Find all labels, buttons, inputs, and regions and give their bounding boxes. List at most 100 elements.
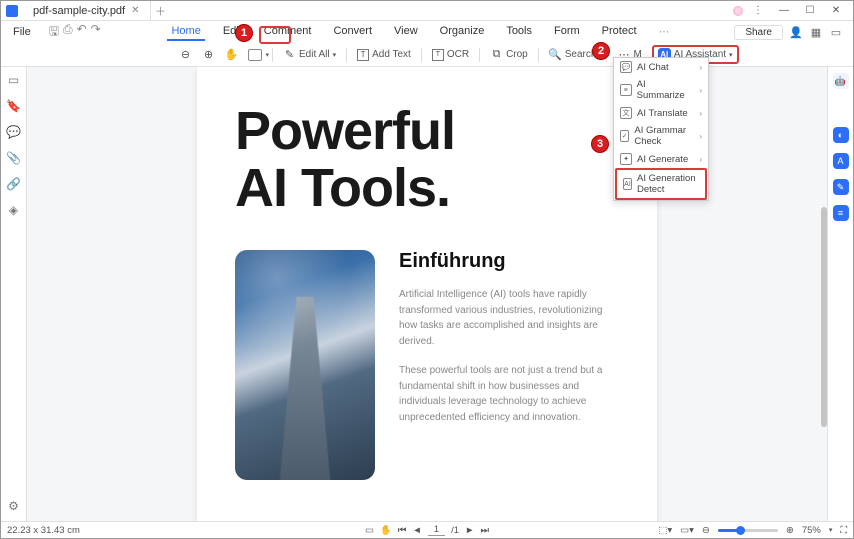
links-icon[interactable]: 🔗 [6,177,21,191]
window-maximize[interactable]: ☐ [799,2,821,20]
add-text-button[interactable]: TAdd Text [357,49,411,61]
zoom-in-status[interactable]: ⊕ [786,525,794,536]
tab-home[interactable]: Home [167,23,204,41]
crop-button[interactable]: ⧉Crop [490,48,528,61]
save-icon[interactable]: 🖫 [49,22,59,43]
chevron-right-icon: › [699,86,702,95]
tab-overflow[interactable]: ⋯ [655,23,674,41]
vertical-scrollbar[interactable] [821,207,827,427]
ai-generate-item[interactable]: ✦AI Generate› [614,150,708,168]
file-menu[interactable]: File [5,24,39,40]
zoom-out-status[interactable]: ⊖ [702,525,710,536]
tool-chip-4[interactable]: ≡ [833,205,849,221]
window-minimize[interactable]: — [773,2,795,20]
ocr-button[interactable]: TOCR [432,49,469,61]
window-menu-icon[interactable]: ⋮ [747,2,769,20]
tab-tools[interactable]: Tools [502,23,536,41]
workspace: ▭ 🔖 💬 📎 🔗 ◈ ⚙ Powerful AI Tools. Einführ… [1,67,853,521]
layers-icon[interactable]: ◈ [9,203,18,217]
zoom-out-icon: ⊖ [179,48,192,61]
print-icon[interactable]: ⎙ [63,22,73,43]
share-button[interactable]: Share [734,25,783,40]
user-icon[interactable]: 👤 [789,25,803,39]
tab-close-icon[interactable]: ✕ [131,5,139,16]
annotation-2: 2 [592,42,610,60]
tab-add-button[interactable]: ＋ [151,3,171,19]
fit-icon-1[interactable]: ⬚▾ [658,525,672,536]
titlebar: pdf-sample-city.pdf ✕ ＋ ⋮ — ☐ ✕ [1,1,853,21]
ocr-icon: T [432,49,444,61]
grid-icon[interactable]: ▦ [809,25,823,39]
ai-translate-item[interactable]: 文AI Translate› [614,104,708,122]
ai-chat-item[interactable]: 💬AI Chat› [614,58,708,76]
quick-access-toolbar: 🖫 ⎙ ↶ ↷ [43,22,107,43]
pencil-icon: ✎ [283,48,296,61]
shape-icon [248,49,262,61]
chevron-right-icon: › [699,132,702,141]
paragraph-1: Artificial Intelligence (AI) tools have … [399,287,619,349]
paragraph-2: These powerful tools are not just a tren… [399,363,619,425]
section-subtitle: Einführung [399,250,619,273]
tab-organize[interactable]: Organize [436,23,489,41]
zoom-value[interactable]: 75% [802,525,821,536]
crop-icon: ⧉ [490,48,503,61]
grammar-icon: ✓ [620,130,629,142]
annotation-3: 3 [591,135,609,153]
app-logo [1,1,23,21]
tab-convert[interactable]: Convert [329,23,376,41]
zoom-in-icon: ⊕ [202,48,215,61]
zoom-out-button[interactable]: ⊖ [179,48,192,61]
bookmarks-icon[interactable]: 🔖 [6,99,21,113]
fit-icon-2[interactable]: ▭▾ [680,525,694,536]
redo-icon[interactable]: ↷ [91,22,101,43]
undo-icon[interactable]: ↶ [77,22,87,43]
ribbon-toolbar: ⊖ ⊕ ✋ ✎Edit All▾ TAdd Text TOCR ⧉Crop 🔍S… [1,43,853,67]
ai-panel-icon[interactable]: 🤖 [833,73,849,89]
zoom-in-button[interactable]: ⊕ [202,48,215,61]
tool-chip-2[interactable]: A [833,153,849,169]
hand-icon: ✋ [225,48,238,61]
edit-all-button[interactable]: ✎Edit All▾ [283,48,336,61]
settings-icon[interactable]: ⚙ [8,499,19,513]
ai-grammar-item[interactable]: ✓AI Grammar Check› [614,122,708,150]
prev-page-icon[interactable]: ◄ [412,525,421,536]
last-page-icon[interactable]: ⏭ [480,525,489,536]
window-close[interactable]: ✕ [825,2,847,20]
chat-icon: 💬 [620,61,632,73]
hero-image [235,250,375,480]
search-button[interactable]: 🔍Search [549,48,597,61]
first-page-icon[interactable]: ⏮ [398,525,407,536]
account-indicator[interactable] [733,6,743,16]
page-total: /1 [451,525,459,536]
translate-icon: 文 [620,107,632,119]
search-icon: 🔍 [549,48,562,61]
summarize-icon: ≡ [620,84,632,96]
tab-form[interactable]: Form [550,23,584,41]
thumbnails-icon[interactable]: ▭ [8,73,19,87]
page-dimensions: 22.23 x 31.43 cm [7,525,80,536]
right-sidebar: 🤖 ◐ A ✎ ≡ [827,67,853,521]
ai-summarize-item[interactable]: ≡AI Summarize› [614,76,708,104]
annotation-1: 1 [235,24,253,42]
hand-tool[interactable]: ✋ [225,48,238,61]
collapse-icon[interactable]: ▭ [829,25,843,39]
next-page-icon[interactable]: ► [465,525,474,536]
shape-tool[interactable] [248,49,262,61]
zoom-slider[interactable] [718,529,778,532]
attachments-icon[interactable]: 📎 [6,151,21,165]
thumbnails-status-icon[interactable]: ▭ [365,525,374,536]
ai-generation-detect-item[interactable]: AIAI Generation Detect [615,168,707,200]
comments-icon[interactable]: 💬 [6,125,21,139]
tab-comment[interactable]: Comment [260,23,316,41]
tool-chip-1[interactable]: ◐ [833,127,849,143]
tool-chip-3[interactable]: ✎ [833,179,849,195]
chevron-right-icon: › [699,63,702,72]
tab-title: pdf-sample-city.pdf [33,5,125,17]
page-input[interactable]: 1 [428,524,445,536]
hand-status-icon[interactable]: ✋ [380,525,392,536]
tab-protect[interactable]: Protect [598,23,641,41]
chevron-right-icon: › [699,155,702,164]
tab-view[interactable]: View [390,23,422,41]
fullscreen-icon[interactable]: ⛶ [840,525,847,536]
document-tab[interactable]: pdf-sample-city.pdf ✕ [23,1,151,21]
